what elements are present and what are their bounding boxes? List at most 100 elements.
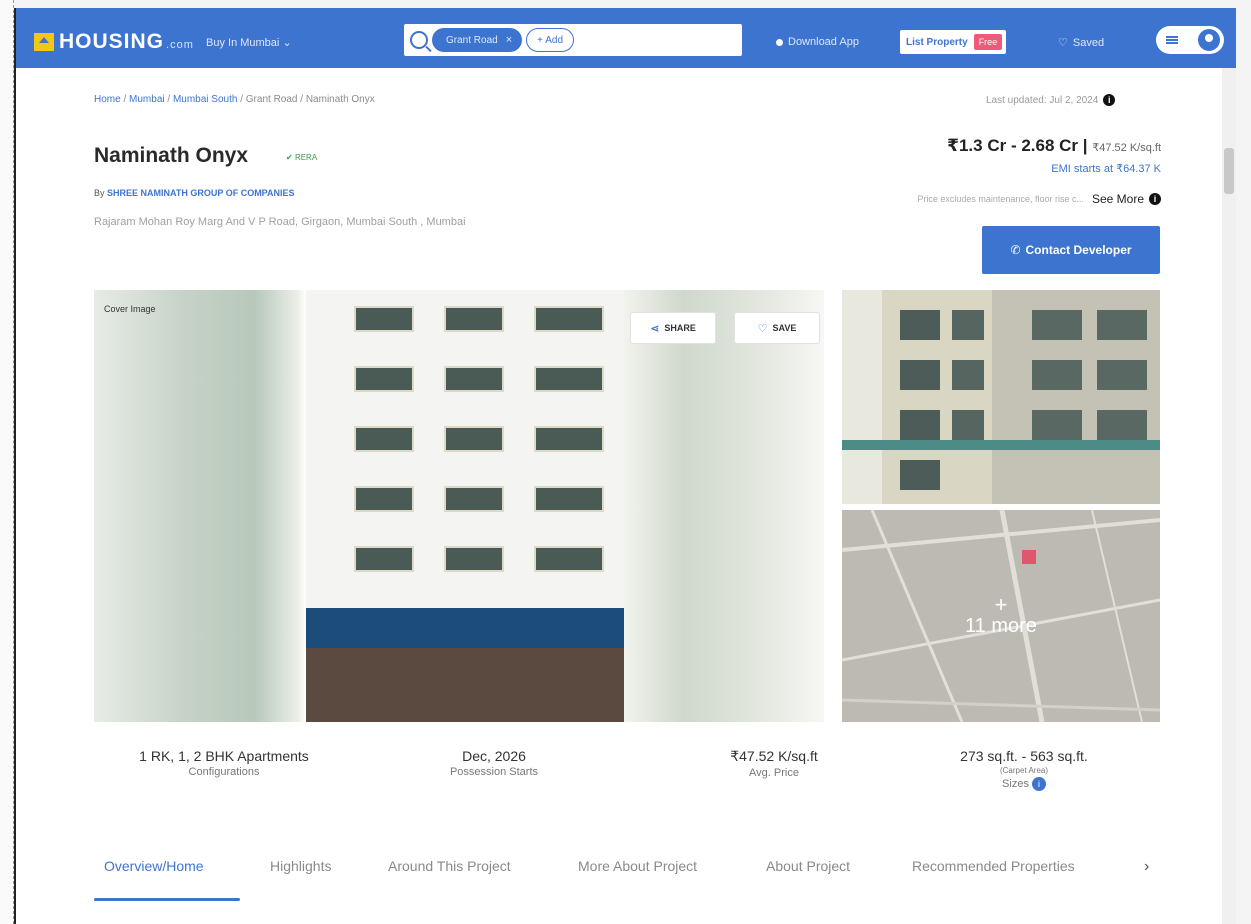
emi-link[interactable]: EMI starts at ₹64.37 K bbox=[896, 162, 1161, 175]
stat-avg-price: ₹47.52 K/sq.ft Avg. Price bbox=[674, 748, 874, 779]
stat-label: Avg. Price bbox=[749, 767, 799, 779]
list-property-button[interactable]: List Property Free bbox=[900, 30, 1007, 54]
left-page-edge bbox=[0, 0, 14, 924]
breadcrumb-mumbai-south[interactable]: Mumbai South bbox=[173, 94, 237, 105]
tab-overview[interactable]: Overview/Home bbox=[104, 858, 204, 874]
contact-developer-button[interactable]: ✆ Contact Developer bbox=[982, 226, 1160, 274]
location-chip[interactable]: Grant Road × bbox=[432, 28, 523, 52]
stat-value: Dec, 2026 bbox=[462, 748, 526, 764]
building-floor bbox=[314, 480, 614, 520]
search-icon bbox=[410, 31, 428, 49]
tab-more-about-project[interactable]: More About Project bbox=[578, 858, 697, 874]
buy-in-city-dropdown[interactable]: Buy In Mumbai ⌄ bbox=[206, 36, 292, 49]
plus-icon: + bbox=[994, 591, 1008, 617]
shop-front bbox=[306, 648, 624, 722]
rera-badge[interactable]: ✔ RERA bbox=[286, 153, 317, 162]
breadcrumb-grant-road[interactable]: Grant Road bbox=[246, 94, 298, 105]
chevron-right-icon[interactable]: › bbox=[1144, 858, 1149, 876]
list-property-label: List Property bbox=[906, 36, 968, 48]
price-per-sqft: ₹47.52 K/sq.ft bbox=[1092, 142, 1161, 154]
breadcrumb-separator: / bbox=[120, 94, 130, 105]
info-icon[interactable]: i bbox=[1103, 94, 1116, 106]
info-icon[interactable]: i bbox=[1149, 193, 1161, 205]
building-thumbnail-photo bbox=[842, 290, 1160, 504]
save-label: SAVE bbox=[772, 323, 797, 333]
browser-page: HOUSING .com Buy In Mumbai ⌄ Grant Road … bbox=[14, 8, 1236, 924]
search-bar[interactable]: Grant Road × + Add bbox=[404, 24, 742, 56]
profile-menu-button[interactable] bbox=[1156, 26, 1224, 54]
active-tab-indicator bbox=[94, 898, 240, 901]
project-address: Rajaram Mohan Roy Marg And V P Road, Gir… bbox=[94, 216, 466, 228]
location-chip-label: Grant Road bbox=[446, 34, 498, 46]
save-button[interactable]: ♡ SAVE bbox=[734, 312, 820, 344]
breadcrumb-mumbai[interactable]: Mumbai bbox=[129, 94, 165, 105]
stat-sizes: 273 sq.ft. - 563 sq.ft. (Carpet Area) Si… bbox=[904, 748, 1144, 791]
breadcrumb-separator: / bbox=[237, 94, 246, 105]
heart-icon: ♡ bbox=[757, 322, 768, 335]
price-separator: | bbox=[1078, 136, 1093, 155]
stat-label: Configurations bbox=[188, 766, 260, 778]
house-logo-icon bbox=[34, 33, 54, 51]
stat-possession: Dec, 2026 Possession Starts bbox=[394, 748, 594, 778]
map-thumbnail[interactable]: + 11 more bbox=[842, 510, 1160, 722]
share-icon: ⋖ bbox=[650, 322, 660, 335]
top-navbar: HOUSING .com Buy In Mumbai ⌄ Grant Road … bbox=[16, 8, 1236, 68]
photo-blur-area bbox=[624, 290, 824, 722]
free-badge: Free bbox=[973, 34, 1003, 50]
stat-sub: (Carpet Area) bbox=[999, 766, 1049, 775]
stat-configurations: 1 RK, 1, 2 BHK Apartments Configurations bbox=[104, 748, 344, 778]
more-photos-count: 11 more bbox=[965, 614, 1037, 637]
shop-signboard bbox=[306, 608, 624, 648]
stat-value: 1 RK, 1, 2 BHK Apartments bbox=[139, 748, 309, 764]
scrollbar-thumb[interactable] bbox=[1224, 148, 1234, 194]
housing-logo[interactable]: HOUSING .com bbox=[34, 30, 194, 54]
developer-line: By SHREE NAMINATH GROUP OF COMPANIES bbox=[94, 188, 295, 198]
developer-link[interactable]: SHREE NAMINATH GROUP OF COMPANIES bbox=[107, 188, 295, 198]
check-icon: ✔ bbox=[286, 153, 295, 162]
see-more-link[interactable]: See More bbox=[1092, 192, 1144, 206]
stat-label: Possession Starts bbox=[449, 766, 539, 778]
breadcrumb-separator: / bbox=[164, 94, 173, 105]
chevron-down-icon: ⌄ bbox=[282, 37, 292, 49]
saved-label: Saved bbox=[1072, 36, 1105, 49]
gallery-thumbnail[interactable] bbox=[842, 290, 1160, 504]
price-note: Price excludes maintenance, floor rise c… bbox=[806, 192, 1161, 206]
page-title: Naminath Onyx bbox=[94, 144, 249, 167]
breadcrumb-home[interactable]: Home bbox=[94, 94, 121, 105]
cover-image-label: Cover Image bbox=[104, 304, 156, 314]
tab-about-project[interactable]: About Project bbox=[766, 858, 850, 874]
download-app-link[interactable]: Download App bbox=[776, 36, 859, 48]
price-note-text: Price excludes maintenance, floor rise c… bbox=[917, 194, 1084, 204]
download-app-label: Download App bbox=[788, 36, 859, 48]
scrollbar[interactable] bbox=[1222, 68, 1236, 924]
project-stats: 1 RK, 1, 2 BHK Apartments Configurations… bbox=[94, 748, 1160, 808]
heart-icon: ♡ bbox=[1058, 37, 1068, 49]
close-icon[interactable]: × bbox=[506, 34, 512, 46]
share-button[interactable]: ⋖ SHARE bbox=[630, 312, 716, 344]
info-icon[interactable]: i bbox=[1031, 777, 1046, 791]
stat-value: ₹47.52 K/sq.ft bbox=[730, 748, 818, 764]
tab-recommended-properties[interactable]: Recommended Properties bbox=[912, 858, 1075, 874]
more-photos-overlay[interactable]: + 11 more bbox=[842, 510, 1160, 722]
tab-highlights[interactable]: Highlights bbox=[270, 858, 331, 874]
contact-developer-label: Contact Developer bbox=[1025, 243, 1132, 257]
logo-suffix: .com bbox=[166, 39, 194, 51]
rera-label: RERA bbox=[294, 153, 318, 162]
hamburger-menu-icon bbox=[1166, 36, 1178, 44]
last-updated: Last updated: Jul 2, 2024 i bbox=[986, 94, 1116, 106]
section-tabs: Overview/Home Highlights Around This Pro… bbox=[94, 858, 1164, 908]
logo-text: HOUSING bbox=[59, 30, 165, 53]
building-floor bbox=[314, 300, 614, 340]
saved-link[interactable]: ♡ Saved bbox=[1058, 36, 1105, 50]
building-floor bbox=[314, 360, 614, 400]
buy-in-label: Buy In Mumbai bbox=[206, 37, 280, 49]
price-range-value: ₹1.3 Cr - 2.68 Cr bbox=[947, 136, 1079, 155]
last-updated-text: Last updated: Jul 2, 2024 bbox=[986, 94, 1099, 106]
cover-image[interactable]: Cover Image ⋖ SHARE ♡ SAVE bbox=[94, 290, 824, 722]
breadcrumb: Home / Mumbai / Mumbai South / Grant Roa… bbox=[94, 94, 375, 105]
share-label: SHARE bbox=[664, 323, 696, 333]
avatar bbox=[1198, 29, 1220, 51]
tab-around-this-project[interactable]: Around This Project bbox=[388, 858, 511, 874]
sizes-label: Sizes bbox=[1002, 777, 1029, 790]
add-location-button[interactable]: + Add bbox=[526, 28, 574, 52]
